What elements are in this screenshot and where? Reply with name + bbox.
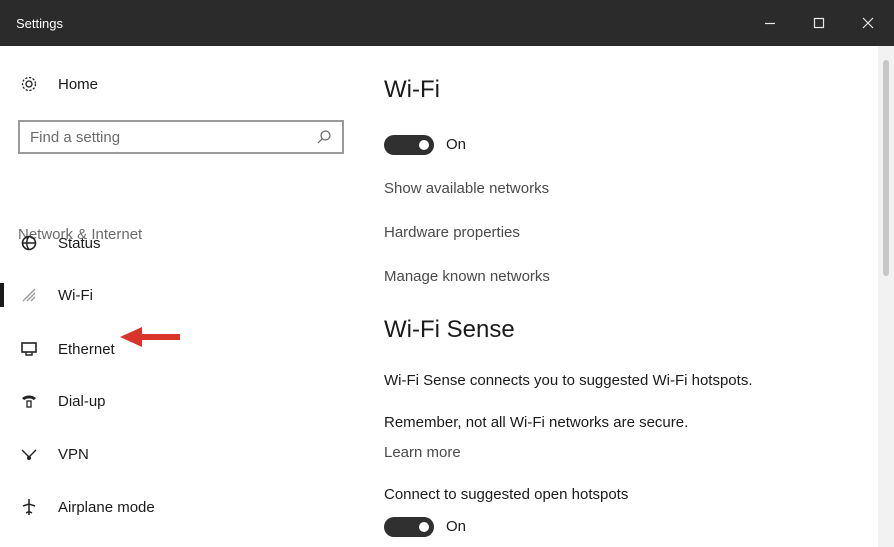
sidebar-item-label: Wi-Fi: [58, 287, 93, 304]
annotation-arrow-icon: [120, 327, 180, 347]
window-title: Settings: [16, 16, 63, 31]
sidebar-item-wifi[interactable]: Wi-Fi: [0, 277, 340, 313]
sense-description: Wi-Fi Sense connects you to suggested Wi…: [384, 372, 753, 389]
sidebar-item-status[interactable]: Status: [0, 225, 340, 261]
globe-icon: [20, 234, 38, 252]
title-bar: Settings: [0, 0, 894, 46]
hardware-properties-link[interactable]: Hardware properties: [384, 224, 520, 241]
search-input[interactable]: [30, 128, 310, 146]
sidebar-item-vpn[interactable]: VPN: [0, 436, 340, 472]
minimize-button[interactable]: [755, 10, 785, 36]
scrollbar-thumb[interactable]: [883, 60, 889, 276]
sidebar-item-label: VPN: [58, 446, 89, 463]
show-available-networks-link[interactable]: Show available networks: [384, 180, 549, 197]
sidebar: Home Network & Internet Status Wi-Fi Eth…: [0, 46, 360, 547]
page-title: Wi-Fi: [384, 76, 440, 103]
sidebar-item-label: Status: [58, 235, 101, 252]
sidebar-item-home[interactable]: Home: [0, 66, 340, 102]
ethernet-icon: [20, 340, 38, 358]
close-button[interactable]: [853, 10, 883, 36]
wifi-icon: [20, 286, 38, 304]
vpn-icon: [20, 445, 38, 463]
search-icon[interactable]: [316, 129, 332, 145]
section-title: Wi-Fi Sense: [384, 316, 515, 343]
manage-known-networks-link[interactable]: Manage known networks: [384, 268, 550, 285]
sense-warning: Remember, not all Wi-Fi networks are sec…: [384, 414, 689, 431]
sidebar-item-label: Ethernet: [58, 341, 115, 358]
wifi-toggle[interactable]: [384, 135, 434, 155]
close-icon: [862, 17, 874, 29]
maximize-icon: [813, 17, 825, 29]
sidebar-item-label: Airplane mode: [58, 499, 155, 516]
minimize-icon: [765, 22, 775, 25]
sidebar-item-label: Dial-up: [58, 393, 106, 410]
hotspots-toggle-label: On: [446, 518, 467, 535]
phone-icon: [20, 392, 38, 410]
learn-more-link[interactable]: Learn more: [384, 444, 461, 461]
hotspots-toggle[interactable]: [384, 517, 434, 537]
vertical-scrollbar[interactable]: [878, 46, 894, 547]
sidebar-item-dialup[interactable]: Dial-up: [0, 383, 340, 419]
airplane-icon: [20, 498, 38, 516]
gear-icon: [20, 75, 38, 93]
wifi-toggle-label: On: [446, 136, 467, 153]
hotspots-setting-label: Connect to suggested open hotspots: [384, 486, 629, 503]
sidebar-item-airplane-mode[interactable]: Airplane mode: [0, 489, 340, 525]
search-box[interactable]: [18, 120, 344, 154]
main-content: Wi-Fi On Show available networks Hardwar…: [360, 46, 878, 547]
maximize-button[interactable]: [804, 10, 834, 36]
sidebar-item-label: Home: [58, 76, 99, 93]
